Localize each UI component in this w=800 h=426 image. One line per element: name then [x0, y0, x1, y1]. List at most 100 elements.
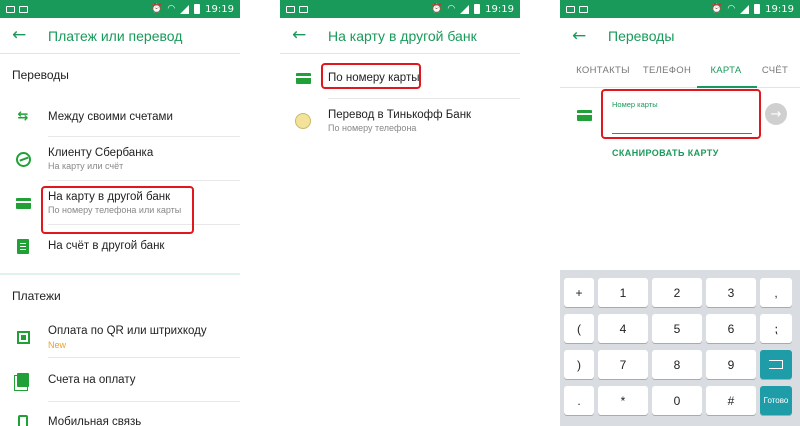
- notification-icon: [19, 5, 28, 13]
- key-9[interactable]: 9: [706, 350, 756, 379]
- page-title: Платеж или перевод: [48, 27, 183, 44]
- next-arrow-button[interactable]: →: [765, 103, 787, 125]
- app-bar: ← Переводы: [560, 18, 800, 54]
- page-title: Переводы: [608, 28, 675, 44]
- key-close-paren[interactable]: ): [564, 350, 594, 379]
- clock: 19:19: [485, 3, 514, 15]
- menu-item-tinkoff-transfer[interactable]: Перевод в Тинькофф Банк По номеру телефо…: [280, 99, 520, 143]
- key-0[interactable]: 0: [652, 386, 702, 415]
- screen-card-other-bank: ⏰ ◠ 19:19 ← На карту в другой банк По но…: [280, 0, 520, 426]
- backspace-icon: [769, 360, 783, 369]
- key-6[interactable]: 6: [706, 314, 756, 343]
- notification-icon: [566, 5, 575, 13]
- back-arrow-icon[interactable]: ←: [12, 27, 48, 44]
- app-bar: ← Платеж или перевод: [0, 18, 240, 54]
- keyboard-row: . * 0 # Готово: [564, 386, 796, 415]
- page-title: На карту в другой банк: [328, 27, 477, 44]
- section-header-transfers: Переводы: [12, 68, 69, 82]
- card-input-row: Номер карты →: [560, 88, 800, 150]
- battery-icon: [754, 4, 761, 14]
- key-8[interactable]: 8: [652, 350, 702, 379]
- app-bar: ← На карту в другой банк: [280, 18, 520, 54]
- key-dot[interactable]: .: [564, 386, 594, 415]
- menu-item-sber-client[interactable]: Клиенту Сбербанка На карту или счёт: [0, 137, 240, 181]
- key-1[interactable]: 1: [598, 278, 648, 307]
- wifi-icon: ◠: [447, 4, 456, 14]
- key-4[interactable]: 4: [598, 314, 648, 343]
- document-icon: [14, 237, 32, 255]
- back-arrow-icon[interactable]: ←: [572, 27, 608, 45]
- key-hash[interactable]: #: [706, 386, 756, 415]
- status-bar: ⏰ ◠ 19:19: [560, 0, 800, 18]
- key-plus[interactable]: +: [564, 278, 594, 307]
- menu-item-account-other-bank[interactable]: На счёт в другой банк: [0, 225, 240, 267]
- section-header-payments: Платежи: [12, 289, 61, 303]
- key-5[interactable]: 5: [652, 314, 702, 343]
- battery-icon: [194, 4, 201, 14]
- status-bar: ⏰ ◠ 19:19: [0, 0, 240, 18]
- item-label: Счета на оплату: [48, 374, 136, 386]
- signal-icon: [460, 4, 470, 14]
- sberbank-logo-icon: [14, 150, 32, 168]
- menu-item-qr-payment[interactable]: Оплата по QR или штрихкоду New: [0, 317, 240, 358]
- menu-item-own-accounts[interactable]: ⇆ Между своими счетами: [0, 96, 240, 137]
- tab-card[interactable]: КАРТА: [696, 65, 756, 76]
- menu-item-mobile[interactable]: Мобильная связь: [0, 402, 240, 426]
- screen-transfers: ⏰ ◠ 19:19 ← Переводы КОНТАКТЫ ТЕЛЕФОН КА…: [560, 0, 800, 426]
- card-number-label: Номер карты: [612, 100, 658, 109]
- clock: 19:19: [765, 3, 794, 15]
- alarm-icon: ⏰: [711, 4, 723, 14]
- keyboard-row: + 1 2 3 ,: [564, 278, 796, 307]
- item-label: Мобильная связь: [48, 416, 142, 426]
- tab-account[interactable]: СЧЁТ: [756, 65, 794, 76]
- key-star[interactable]: *: [598, 386, 648, 415]
- menu-item-card-other-bank[interactable]: На карту в другой банк По номеру телефон…: [0, 181, 240, 225]
- item-label: Перевод в Тинькофф Банк: [328, 109, 472, 121]
- scan-card-button[interactable]: СКАНИРОВАТЬ КАРТУ: [612, 148, 719, 158]
- card-number-field: Номер карты: [612, 100, 752, 134]
- tab-phone[interactable]: ТЕЛЕФОН: [638, 65, 696, 76]
- done-key[interactable]: Готово: [760, 386, 792, 415]
- key-semicolon[interactable]: ⁏: [760, 314, 792, 343]
- item-label: На счёт в другой банк: [48, 240, 165, 252]
- item-label: По номеру карты: [328, 72, 420, 84]
- item-sublabel: На карту или счёт: [48, 161, 124, 171]
- card-icon: [577, 110, 592, 121]
- numeric-keyboard: + 1 2 3 , ( 4 5 6 ⁏ ) 7 8 9 . * 0 # Гото…: [560, 270, 800, 426]
- key-3[interactable]: 3: [706, 278, 756, 307]
- key-7[interactable]: 7: [598, 350, 648, 379]
- backspace-key[interactable]: [760, 350, 792, 379]
- item-sublabel: По номеру телефона или карты: [48, 205, 182, 215]
- card-icon: [14, 194, 32, 212]
- card-icon: [294, 69, 312, 87]
- menu-item-bills[interactable]: Счета на оплату: [0, 358, 240, 402]
- notification-icon: [286, 5, 295, 13]
- key-comma[interactable]: ,: [760, 278, 792, 307]
- tinkoff-logo-icon: [294, 112, 312, 130]
- key-open-paren[interactable]: (: [564, 314, 594, 343]
- menu-item-by-card-number[interactable]: По номеру карты: [280, 57, 520, 99]
- signal-icon: [180, 4, 190, 14]
- bills-icon: [14, 371, 32, 391]
- new-badge: New: [48, 340, 67, 350]
- tab-contacts[interactable]: КОНТАКТЫ: [568, 65, 638, 76]
- status-bar: ⏰ ◠ 19:19: [280, 0, 520, 18]
- tab-bar: КОНТАКТЫ ТЕЛЕФОН КАРТА СЧЁТ: [560, 54, 800, 88]
- key-2[interactable]: 2: [652, 278, 702, 307]
- notification-icon: [579, 5, 588, 13]
- notification-icon: [299, 5, 308, 13]
- alarm-icon: ⏰: [431, 4, 443, 14]
- notification-icon: [6, 5, 15, 13]
- item-label: Клиенту Сбербанка: [48, 147, 154, 159]
- item-sublabel: По номеру телефона: [328, 123, 417, 133]
- alarm-icon: ⏰: [151, 4, 163, 14]
- signal-icon: [740, 4, 750, 14]
- card-number-input[interactable]: [612, 113, 752, 125]
- wifi-icon: ◠: [727, 4, 736, 14]
- keyboard-row: ( 4 5 6 ⁏: [564, 314, 796, 343]
- back-arrow-icon[interactable]: ←: [292, 27, 328, 44]
- item-label: На карту в другой банк: [48, 191, 171, 203]
- battery-icon: [474, 4, 481, 14]
- clock: 19:19: [205, 3, 234, 15]
- keyboard-row: ) 7 8 9: [564, 350, 796, 379]
